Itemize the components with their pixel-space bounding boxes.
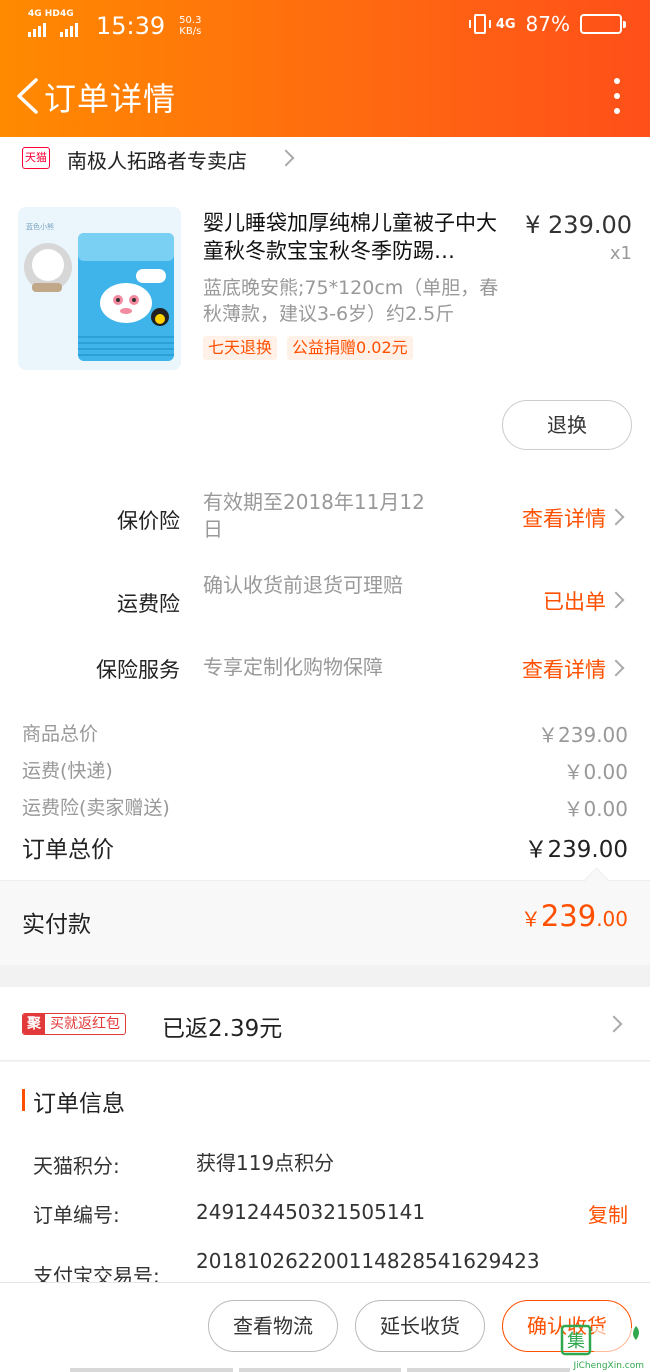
chevron-right-icon xyxy=(607,591,625,609)
service-link[interactable]: 已出单 xyxy=(543,586,606,616)
back-arrow-icon[interactable] xyxy=(14,78,40,114)
red-packet-text: 已返2.39元 xyxy=(162,1016,283,1042)
cost-value: ￥0.00 xyxy=(563,797,628,821)
red-packet-row[interactable]: 聚 买就返红包 已返2.39元 xyxy=(0,987,650,1061)
chevron-right-icon xyxy=(605,1015,623,1033)
network-speed: 50.3 KB/s xyxy=(179,15,201,37)
shop-row[interactable]: 天猫 南极人拓路者专卖店 xyxy=(0,137,650,181)
status-bar: 4G HD 4G 15:39 50.3 KB/s 4G 87% xyxy=(0,8,650,44)
chevron-right-icon xyxy=(607,508,625,526)
paid-decimal: .00 xyxy=(596,907,628,931)
service-desc: 确认收货前退货可理赔 xyxy=(203,573,403,597)
service-desc: 有效期至2018年11月12日 xyxy=(203,490,425,541)
watermark-text: JiChengXin.com xyxy=(572,1361,644,1371)
more-menu-icon[interactable] xyxy=(612,78,622,114)
service-row-price-protection[interactable]: 保价险 有效期至2018年11月12日 查看详情 xyxy=(0,487,650,547)
service-desc: 专享定制化购物保障 xyxy=(203,655,383,679)
signal-bars-icon xyxy=(28,21,46,37)
home-indicator xyxy=(70,1368,571,1372)
sleeping-bag-illustration: 蓝色小熊 xyxy=(18,207,181,370)
tmall-badge: 天猫 xyxy=(22,147,50,169)
order-card: 天猫 南极人拓路者专卖店 蓝色小熊 婴儿睡袋加厚纯棉儿童被子中大童秋冬款宝宝秋冬… xyxy=(0,137,650,965)
status-bar-right: 4G 87% xyxy=(468,12,626,36)
svg-text:蓝色小熊: 蓝色小熊 xyxy=(26,222,54,231)
network-label-2: 4G xyxy=(60,8,74,19)
cost-row-goods: 商品总价 ￥239.00 xyxy=(0,719,650,749)
cost-label: 运费险(卖家赠送) xyxy=(22,797,170,819)
service-label: 保险服务 xyxy=(96,658,180,682)
battery-percent: 87% xyxy=(525,12,570,36)
service-row-insurance[interactable]: 保险服务 专享定制化购物保障 查看详情 xyxy=(0,652,650,692)
service-row-shipping-insurance[interactable]: 运费险 确认收货前退货可理赔 已出单 xyxy=(0,570,650,630)
order-info-section: 订单信息 天猫积分: 获得119点积分 订单编号: 24912445032150… xyxy=(0,1062,650,1292)
network-label-1: 4G HD xyxy=(28,8,60,19)
paid-amount-box: 实付款 ￥239.00 xyxy=(0,880,650,965)
bottom-action-bar: 查看物流 延长收货 确认收货 集 JiChengXin.com xyxy=(0,1282,650,1372)
return-exchange-button[interactable]: 退换 xyxy=(502,400,632,450)
order-total-value: ￥239.00 xyxy=(524,837,628,863)
cost-value: ￥239.00 xyxy=(538,723,628,747)
info-value: 249124450321505141 xyxy=(196,1200,426,1224)
chevron-right-icon xyxy=(277,149,295,167)
status-bar-left: 4G HD 4G 15:39 50.3 KB/s xyxy=(28,9,201,40)
info-value: 201810262200114828541629423 xyxy=(196,1249,540,1273)
cost-label: 运费(快递) xyxy=(22,760,113,782)
vibrate-icon xyxy=(468,14,491,34)
speed-unit: KB/s xyxy=(179,26,202,37)
extend-receipt-button[interactable]: 延长收货 xyxy=(355,1300,485,1352)
signal-1: 4G HD xyxy=(28,9,60,40)
network-label-3: 4G xyxy=(495,16,516,32)
paid-label: 实付款 xyxy=(22,912,91,938)
battery-icon xyxy=(580,14,626,34)
product-price: ¥ 239.00 xyxy=(525,211,632,239)
clock: 15:39 xyxy=(96,12,166,40)
order-total-row: 订单总价 ￥239.00 xyxy=(0,830,650,866)
info-key: 天猫积分: xyxy=(33,1154,120,1178)
product-image[interactable]: 蓝色小熊 xyxy=(18,207,181,370)
paid-value: ￥239.00 xyxy=(521,899,628,933)
info-value: 获得119点积分 xyxy=(196,1151,335,1175)
product-sku: 蓝底晚安熊;75*120cm（单胆，春秋薄款，建议3-6岁）约2.5斤 xyxy=(203,277,499,325)
copy-button[interactable]: 复制 xyxy=(588,1199,628,1228)
signal-bars-icon xyxy=(60,21,78,37)
paid-integer: 239 xyxy=(540,899,597,933)
order-info-title: 订单信息 xyxy=(33,1091,125,1117)
tag-seven-day-return: 七天退换 xyxy=(203,336,278,360)
section-accent-bar xyxy=(22,1089,25,1111)
info-key: 订单编号: xyxy=(33,1203,120,1227)
watermark-logo: 集 JiChengXin.com xyxy=(560,1324,644,1371)
product-tags: 七天退换 公益捐赠0.02元 xyxy=(203,336,413,360)
page-title: 订单详情 xyxy=(44,80,177,118)
nav-bar: 订单详情 xyxy=(0,60,650,130)
product-quantity: x1 xyxy=(609,243,632,264)
cost-row-shipping-insurance: 运费险(卖家赠送) ￥0.00 xyxy=(0,793,650,823)
cost-label: 商品总价 xyxy=(22,723,99,745)
service-label: 保价险 xyxy=(117,509,180,533)
app-header: 4G HD 4G 15:39 50.3 KB/s 4G 87% 订单详情 xyxy=(0,0,650,137)
service-label: 运费险 xyxy=(117,592,180,616)
service-link[interactable]: 查看详情 xyxy=(522,654,606,684)
shop-name[interactable]: 南极人拓路者专卖店 xyxy=(67,145,247,174)
red-packet-badge-text: 买就返红包 xyxy=(50,1016,120,1032)
view-logistics-button[interactable]: 查看物流 xyxy=(208,1300,338,1352)
paid-currency: ￥ xyxy=(520,907,541,931)
service-link[interactable]: 查看详情 xyxy=(522,503,606,533)
chevron-right-icon xyxy=(607,659,625,677)
speed-value: 50.3 xyxy=(179,15,202,26)
signal-2: 4G xyxy=(60,9,82,40)
tag-charity: 公益捐赠0.02元 xyxy=(287,336,413,360)
order-total-label: 订单总价 xyxy=(22,837,114,863)
product-title[interactable]: 婴儿睡袋加厚纯棉儿童被子中大童秋冬款宝宝秋冬季防踢… xyxy=(203,209,513,265)
cost-row-shipping: 运费(快递) ￥0.00 xyxy=(0,756,650,786)
ju-icon: 聚 xyxy=(23,1014,45,1034)
red-packet-badge: 聚 买就返红包 xyxy=(22,1013,126,1035)
watermark-logo-text: 集 xyxy=(567,1331,585,1352)
cost-value: ￥0.00 xyxy=(563,760,628,784)
